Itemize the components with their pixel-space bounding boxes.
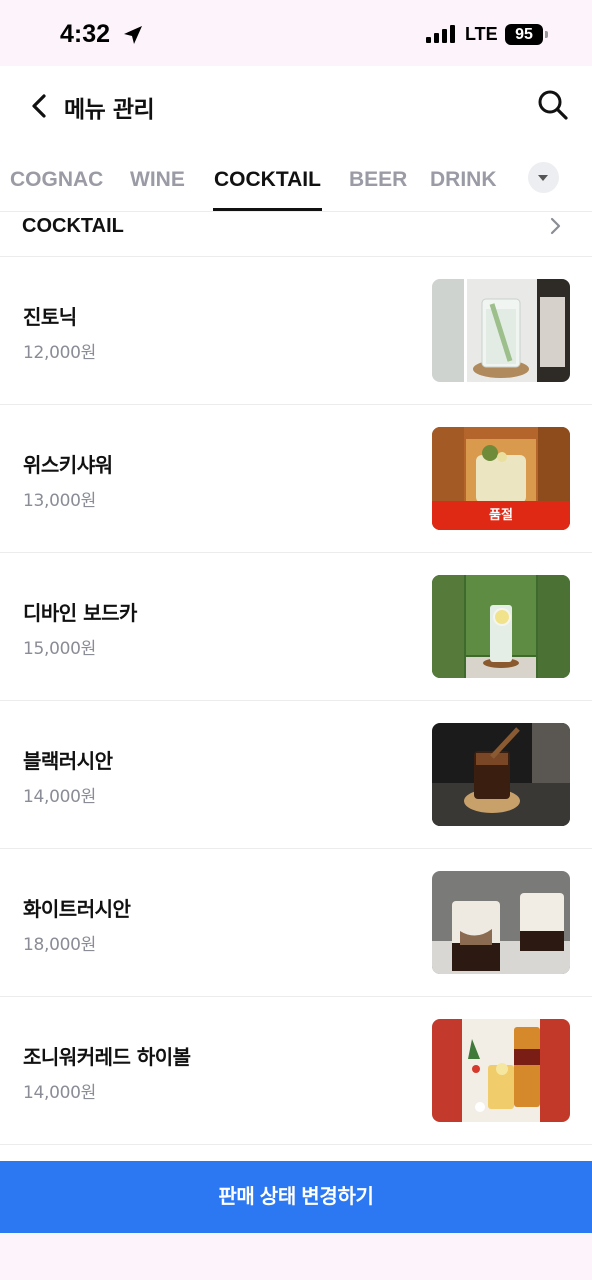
tab-drink[interactable]: DRINK: [430, 168, 497, 192]
page-title: 메뉴 관리: [64, 97, 155, 123]
whisky-sour-photo: 품절: [432, 427, 570, 530]
tab-wine[interactable]: WINE: [130, 168, 185, 192]
battery-tip: [545, 31, 548, 38]
menu-item[interactable]: 조니워커레드 하이볼 14,000원: [0, 997, 592, 1145]
menu-item-price: 12,000원: [23, 343, 97, 363]
home-indicator-area: [0, 1233, 592, 1280]
divine-vodka-photo: [432, 575, 570, 678]
menu-list: 진토닉 12,000원 위스키샤워 13,000원 품절 디바인 보드카 15,…: [0, 257, 592, 1145]
menu-item[interactable]: 진토닉 12,000원: [0, 257, 592, 405]
menu-item-name: 화이트러시안: [23, 897, 131, 921]
menu-item[interactable]: 화이트러시안 18,000원: [0, 849, 592, 997]
app-header: 메뉴 관리: [0, 66, 592, 146]
network-type: LTE: [465, 24, 498, 44]
battery-icon: 95: [505, 24, 543, 45]
active-tab-indicator: [213, 208, 322, 211]
menu-item-name: 조니워커레드 하이볼: [23, 1045, 191, 1069]
back-arrow-icon[interactable]: [26, 90, 54, 122]
status-bar: 4:32 LTE 95: [0, 0, 592, 66]
section-title: COCKTAIL: [22, 215, 124, 237]
menu-item-name: 블랙러시안: [23, 749, 113, 773]
search-icon[interactable]: [536, 88, 570, 122]
gin-tonic-photo: [432, 279, 570, 382]
category-dropdown-button[interactable]: [528, 162, 559, 193]
caret-down-icon: [538, 175, 548, 181]
menu-item-price: 14,000원: [23, 1083, 97, 1103]
menu-item-price: 13,000원: [23, 491, 97, 511]
soldout-badge: 품절: [432, 501, 570, 530]
menu-item-price: 14,000원: [23, 787, 97, 807]
johnnie-walker-highball-photo: [432, 1019, 570, 1122]
menu-item-price: 18,000원: [23, 935, 97, 955]
section-header[interactable]: COCKTAIL: [0, 212, 592, 257]
location-arrow-icon: [124, 26, 142, 44]
menu-item-name: 위스키샤워: [23, 453, 113, 477]
tab-cocktail[interactable]: COCKTAIL: [214, 168, 321, 192]
black-russian-photo: [432, 723, 570, 826]
chevron-right-icon: [550, 217, 561, 235]
menu-item-name: 진토닉: [23, 305, 77, 329]
status-time: 4:32: [60, 20, 111, 48]
battery-level: 95: [515, 26, 533, 43]
menu-item[interactable]: 위스키샤워 13,000원 품절: [0, 405, 592, 553]
menu-item-name: 디바인 보드카: [23, 601, 137, 625]
menu-item[interactable]: 블랙러시안 14,000원: [0, 701, 592, 849]
menu-item-price: 15,000원: [23, 639, 97, 659]
white-russian-photo: [432, 871, 570, 974]
signal-icon: [426, 25, 455, 43]
tab-beer[interactable]: BEER: [349, 168, 407, 192]
menu-item[interactable]: 디바인 보드카 15,000원: [0, 553, 592, 701]
change-sale-status-button[interactable]: 판매 상태 변경하기: [0, 1161, 592, 1233]
category-tabs: COGNAC WINE COCKTAIL BEER DRINK: [0, 150, 592, 212]
tab-cognac[interactable]: COGNAC: [10, 168, 103, 192]
